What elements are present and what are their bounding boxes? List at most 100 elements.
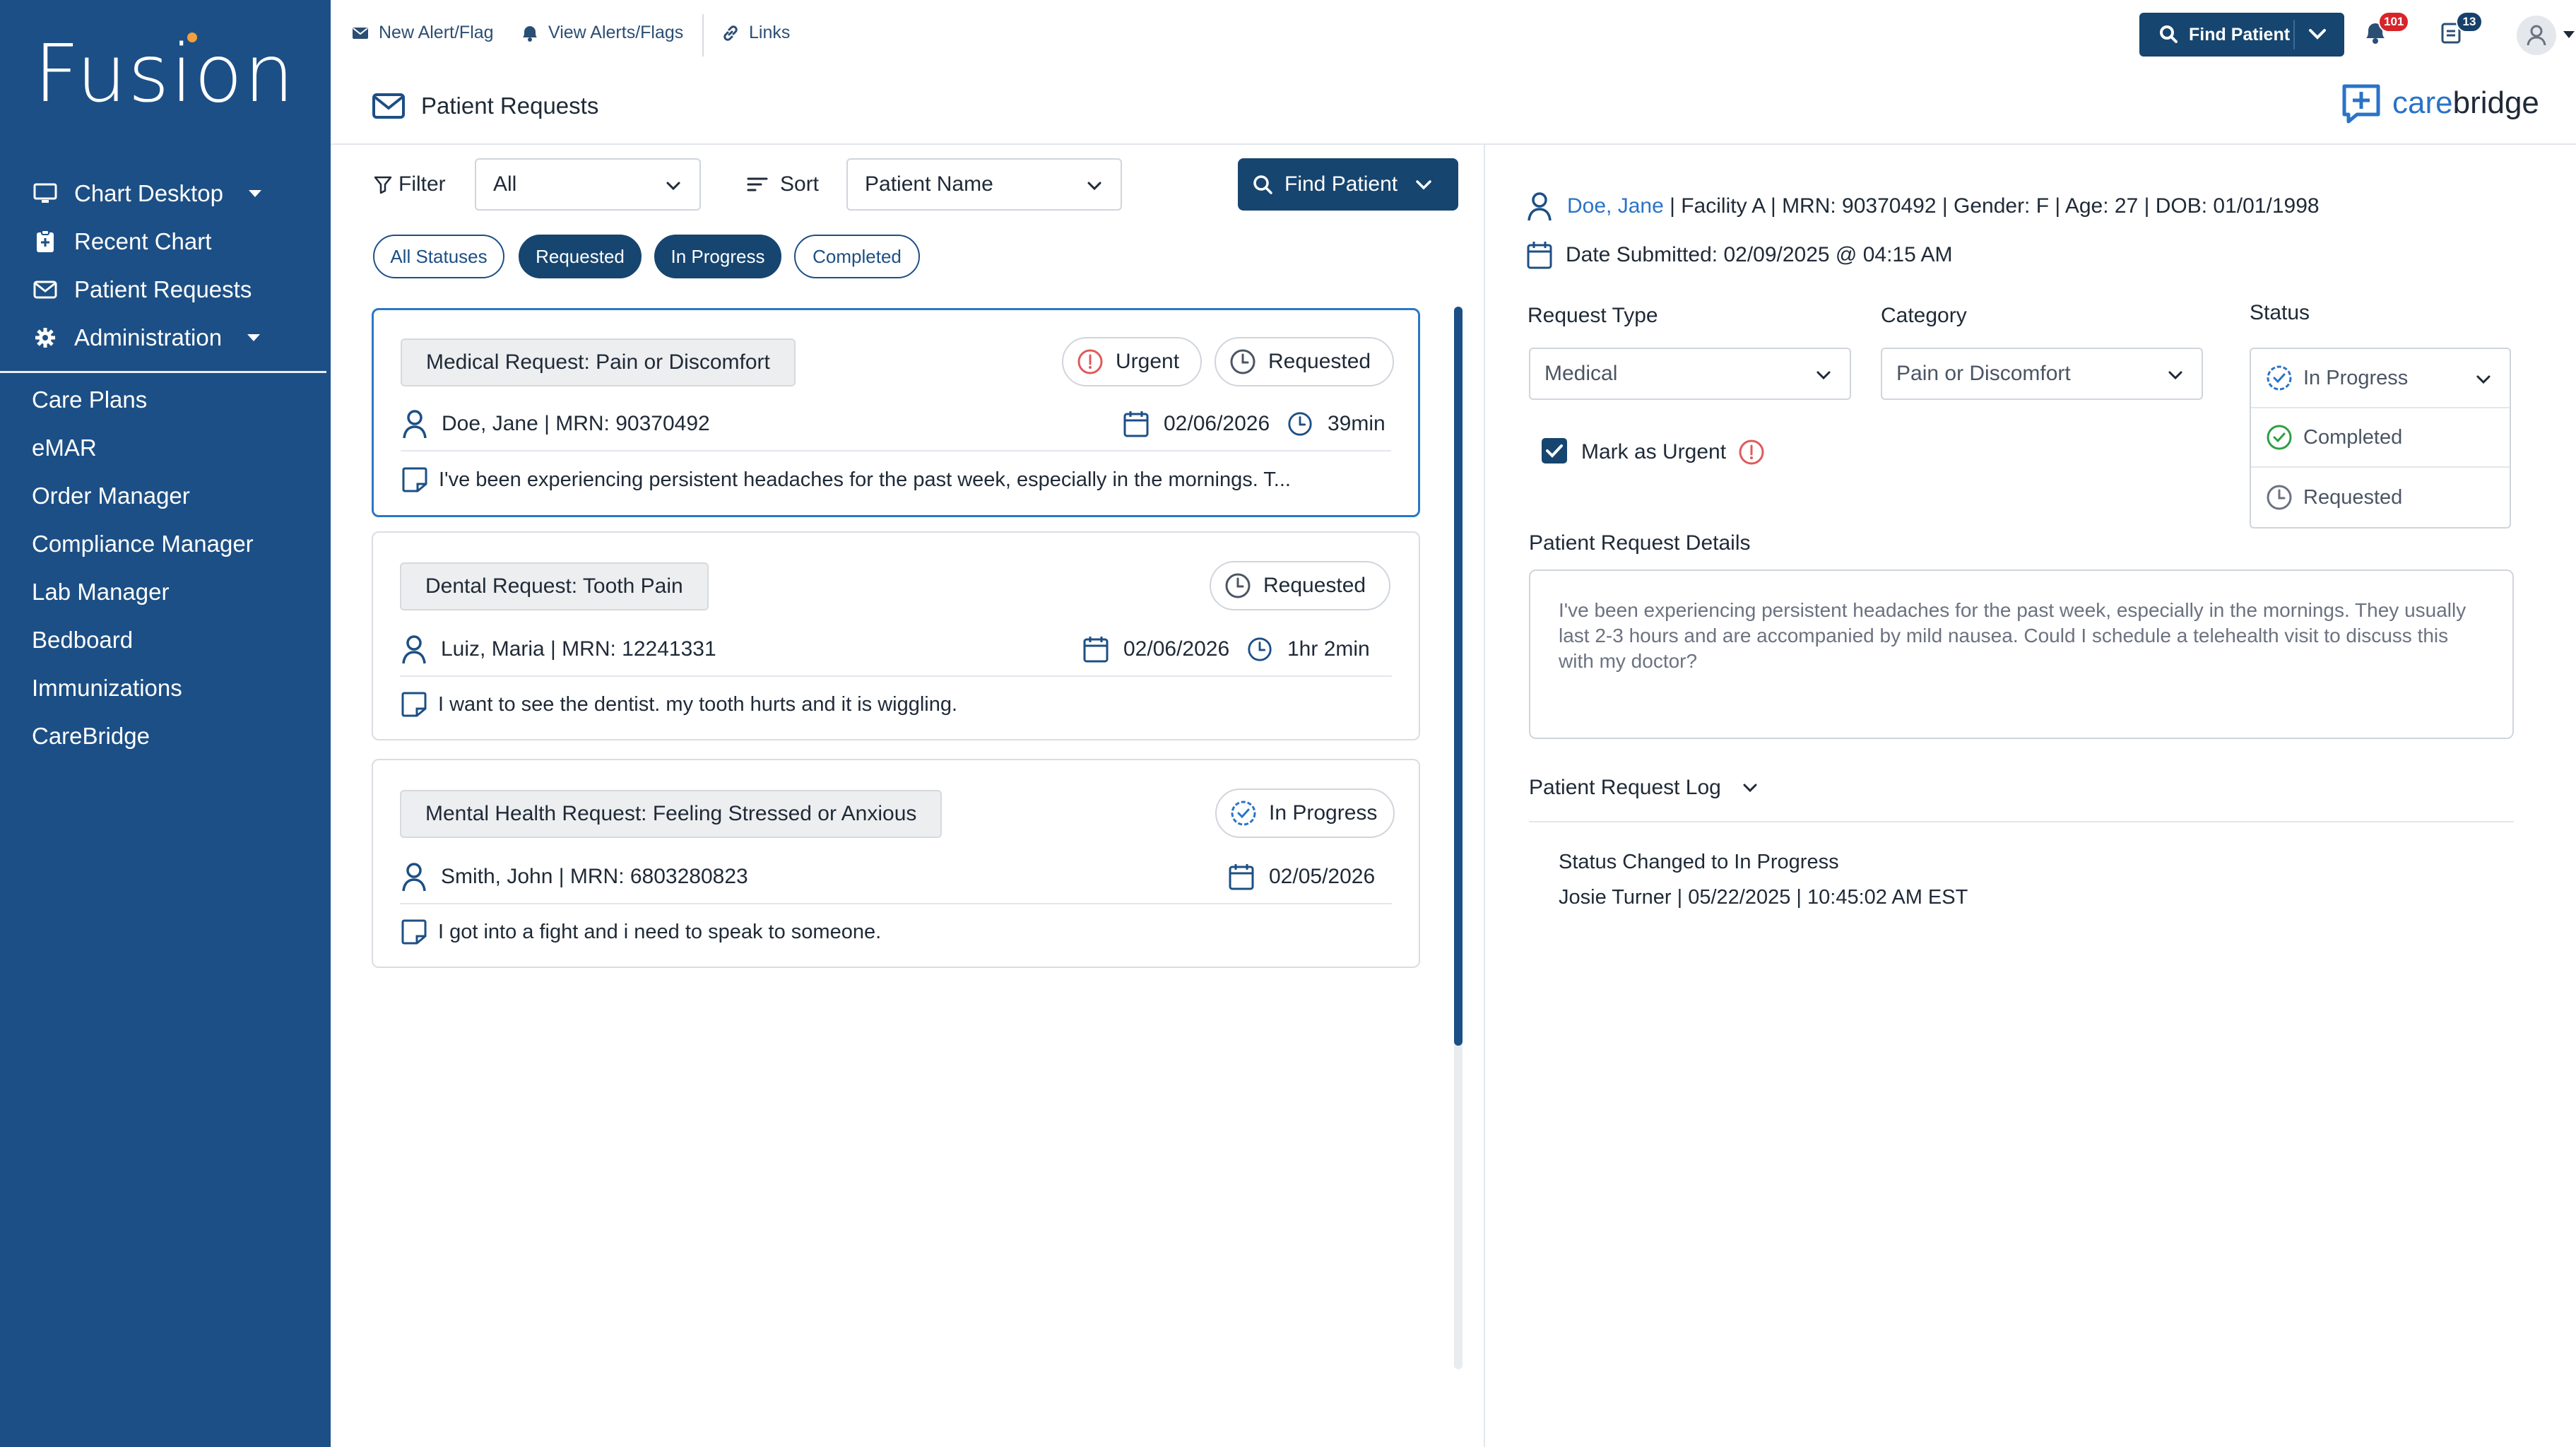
find-patient-top-button[interactable]: Find Patient: [2139, 13, 2344, 57]
new-alert-link[interactable]: New Alert/Flag: [350, 23, 494, 43]
request-card[interactable]: Dental Request: Tooth Pain Requested Lui…: [372, 531, 1420, 740]
panel-divider: [1484, 145, 1485, 1447]
request-date: 02/06/2026: [1123, 637, 1230, 661]
sidebar-item-compliance-manager[interactable]: Compliance Manager: [0, 520, 331, 568]
monitor-icon: [32, 180, 59, 207]
sidebar-item-care-plans[interactable]: Care Plans: [0, 376, 331, 424]
app-logo[interactable]: Fusion: [34, 28, 295, 120]
alerts-count-badge: 101: [2378, 11, 2410, 33]
mark-urgent-label: Mark as Urgent: [1581, 438, 1766, 466]
urgent-label: Urgent: [1116, 350, 1180, 373]
mark-urgent-text: Mark as Urgent: [1581, 440, 1727, 463]
category-select[interactable]: Pain or Discomfort: [1881, 348, 2203, 400]
links-link[interactable]: Links: [721, 23, 790, 43]
sort-select-value: Patient Name: [865, 172, 993, 196]
request-log-toggle[interactable]: Patient Request Log: [1529, 776, 1761, 800]
status-dropdown[interactable]: In Progress Completed Requested: [2250, 348, 2511, 528]
date-submitted: Date Submitted: 02/09/2025 @ 04:15 AM: [1526, 240, 1952, 270]
check-circle-icon: [2267, 425, 2292, 450]
mark-urgent-checkbox[interactable]: [1542, 438, 1567, 463]
carebridge-care-text: care: [2392, 85, 2453, 120]
status-badge: Requested: [1210, 561, 1390, 610]
request-details-textarea[interactable]: I've been experiencing persistent headac…: [1529, 569, 2514, 739]
sidebar-item-label: eMAR: [32, 435, 97, 461]
search-icon: [2159, 25, 2179, 45]
sidebar-item-carebridge[interactable]: CareBridge: [0, 712, 331, 760]
filter-label: Filter: [373, 172, 446, 196]
sidebar-item-bedboard[interactable]: Bedboard: [0, 616, 331, 664]
status-badge: Requested: [1215, 337, 1394, 386]
envelope-icon: [350, 23, 370, 43]
tasks-button[interactable]: 13: [2440, 11, 2483, 49]
list-scrollbar-thumb[interactable]: [1454, 307, 1463, 1046]
app-logo-text: Fusion: [34, 28, 296, 120]
sidebar-item-chart-desktop[interactable]: Chart Desktop: [0, 170, 331, 218]
patient-meta-text: Smith, John | MRN: 6803280823: [441, 865, 748, 888]
clock-icon: [1248, 637, 1272, 661]
alerts-bell-button[interactable]: 101: [2363, 11, 2410, 49]
filter-select-value: All: [493, 172, 517, 196]
log-divider: [1529, 821, 2514, 822]
caret-down-icon: [248, 190, 261, 197]
request-message-text: I want to see the dentist. my tooth hurt…: [438, 692, 958, 716]
sidebar-item-recent-chart[interactable]: Recent Chart: [0, 218, 331, 266]
chip-label: All Statuses: [390, 245, 488, 267]
request-type-label: Request Type: [1528, 304, 1658, 327]
note-icon: [401, 692, 427, 717]
user-icon: [1528, 192, 1552, 221]
status-option-in-progress[interactable]: In Progress: [2251, 349, 2510, 408]
page-title: Patient Requests: [372, 92, 598, 120]
chip-in-progress[interactable]: In Progress: [654, 235, 781, 278]
category-label: Category: [1881, 304, 1967, 327]
chevron-down-icon[interactable]: [2306, 23, 2329, 45]
request-card[interactable]: Medical Request: Pain or Discomfort Urge…: [372, 308, 1420, 517]
links-label: Links: [749, 23, 791, 42]
status-option-label: In Progress: [2303, 366, 2409, 389]
user-avatar[interactable]: [2517, 16, 2556, 55]
request-message: I want to see the dentist. my tooth hurt…: [400, 687, 957, 722]
carebridge-plus-icon: [2342, 84, 2380, 124]
alert-circle-icon: [1739, 439, 1764, 465]
chip-requested[interactable]: Requested: [519, 235, 642, 278]
sidebar-item-immunizations[interactable]: Immunizations: [0, 664, 331, 712]
note-icon: [401, 919, 427, 945]
request-title-tag: Dental Request: Tooth Pain: [400, 562, 709, 610]
sidebar-item-order-manager[interactable]: Order Manager: [0, 472, 331, 520]
calendar-icon: [1083, 637, 1109, 663]
sidebar-item-administration[interactable]: Administration: [0, 314, 331, 362]
find-patient-button[interactable]: Find Patient: [1238, 158, 1458, 211]
card-divider: [401, 450, 1391, 451]
card-divider: [400, 675, 1392, 677]
elapsed-time: 1hr 2min: [1287, 637, 1370, 661]
calendar-icon: [1123, 411, 1149, 437]
chip-label: Requested: [536, 245, 625, 267]
in-progress-check-icon: [2267, 365, 2292, 391]
new-alert-label: New Alert/Flag: [379, 23, 494, 42]
sidebar-item-label: Recent Chart: [74, 228, 212, 254]
log-entry-meta: Josie Turner | 05/22/2025 | 10:45:02 AM …: [1559, 886, 1968, 909]
status-option-completed[interactable]: Completed: [2251, 408, 2510, 468]
elapsed-meta: 1hr 2min: [1246, 632, 1370, 667]
filter-select[interactable]: All: [475, 158, 701, 211]
sidebar-item-emar[interactable]: eMAR: [0, 424, 331, 472]
view-alerts-label: View Alerts/Flags: [548, 23, 684, 42]
page-title-text: Patient Requests: [421, 93, 599, 119]
envelope-icon: [32, 276, 59, 303]
tasks-count-badge: 13: [2456, 11, 2483, 33]
sidebar-item-lab-manager[interactable]: Lab Manager: [0, 568, 331, 616]
patient-name-link[interactable]: Doe, Jane: [1567, 194, 1664, 218]
chip-completed[interactable]: Completed: [794, 235, 920, 278]
elapsed-time: 39min: [1328, 412, 1386, 435]
caret-down-icon[interactable]: [2563, 31, 2575, 38]
request-card[interactable]: Mental Health Request: Feeling Stressed …: [372, 759, 1420, 968]
request-message: I've been experiencing persistent headac…: [401, 462, 1291, 497]
chip-all-statuses[interactable]: All Statuses: [373, 235, 504, 278]
toolbar-separator: [702, 14, 704, 57]
sort-select[interactable]: Patient Name: [846, 158, 1122, 211]
view-alerts-link[interactable]: View Alerts/Flags: [520, 23, 683, 43]
request-type-select[interactable]: Medical: [1529, 348, 1851, 400]
status-option-requested[interactable]: Requested: [2251, 468, 2510, 527]
sidebar-item-patient-requests[interactable]: Patient Requests: [0, 266, 331, 314]
patient-meta: Luiz, Maria | MRN: 12241331: [400, 632, 716, 667]
patient-meta-text: | Facility A | MRN: 90370492 | Gender: F…: [1663, 194, 2320, 218]
